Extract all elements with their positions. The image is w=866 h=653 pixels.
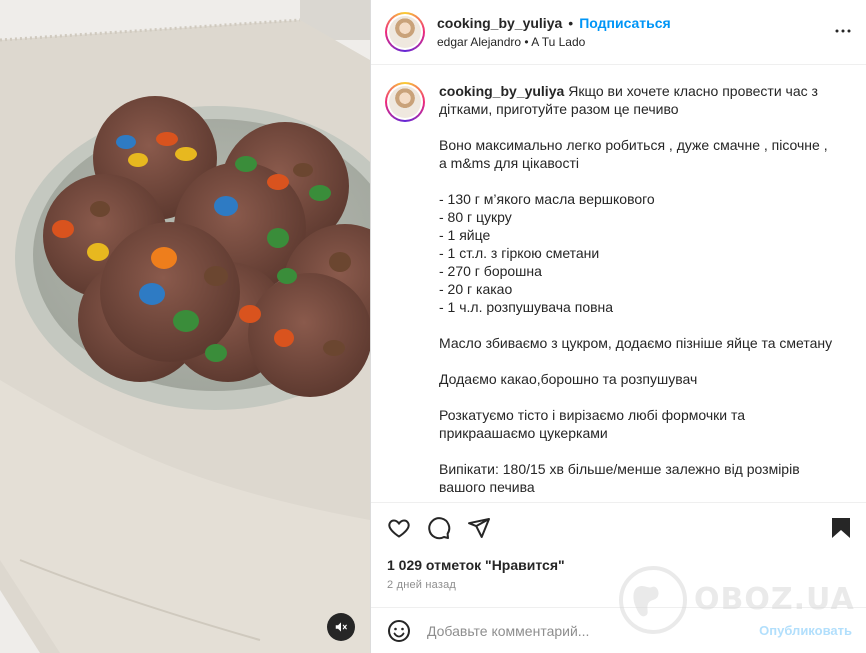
music-label[interactable]: edgar Alejandro • A Tu Lado — [437, 35, 671, 49]
post-media[interactable] — [0, 0, 370, 653]
caption-line: - 1 яйце — [439, 227, 491, 243]
heart-icon — [388, 519, 410, 538]
post-date[interactable]: 2 дней назад — [371, 579, 866, 591]
caption-line: - 270 г борошна — [439, 263, 542, 279]
caption-line: - 130 г м’якого масла вершкового — [439, 191, 655, 207]
comment-bar: Опубликовать — [371, 607, 866, 653]
post-comment-button[interactable]: Опубликовать — [759, 623, 852, 638]
separator-dot: • — [568, 15, 574, 31]
caption-line: Розкатуємо тісто і вирізаємо любі формоч… — [439, 407, 749, 441]
caption-avatar[interactable] — [385, 82, 425, 122]
save-button[interactable] — [830, 516, 852, 545]
post-header: cooking_by_yuliya • Подписаться edgar Al… — [371, 0, 866, 65]
follow-button[interactable]: Подписаться — [579, 15, 671, 31]
more-options-button[interactable] — [834, 22, 852, 45]
caption-line: Масло збиваємо з цукром, додаємо пізніше… — [439, 335, 833, 351]
cookies-photo — [0, 0, 370, 653]
actions-bar: 1 029 отметок "Нравится" 2 дней назад — [371, 502, 866, 607]
caption-line: - 1 ч.л. розпушувача повна — [439, 299, 614, 315]
caption-section: cooking_by_yuliya Якщо ви хочете класно п… — [371, 66, 866, 502]
likes-count[interactable]: 1 029 отметок "Нравится" — [371, 557, 866, 573]
comment-icon — [428, 517, 451, 540]
caption-line: - 80 г цукру — [439, 209, 512, 225]
caption-text: cooking_by_yuliya Якщо ви хочете класно п… — [439, 82, 839, 502]
username-link[interactable]: cooking_by_yuliya — [437, 15, 562, 31]
caption-username[interactable]: cooking_by_yuliya — [439, 83, 564, 99]
paper-plane-icon — [468, 518, 490, 538]
comment-input[interactable] — [427, 622, 747, 639]
emoji-icon[interactable] — [387, 619, 411, 643]
like-button[interactable] — [387, 516, 411, 540]
caption-body: Якщо ви хочете класно провести час з діт… — [439, 83, 832, 495]
caption-line: Випікати: 180/15 хв більше/менше залежно… — [439, 461, 804, 495]
avatar[interactable] — [385, 12, 425, 52]
caption-line: Додаємо какао,борошно та розпушувач — [439, 371, 698, 387]
share-button[interactable] — [467, 516, 491, 540]
caption-line: - 1 ст.л. з гіркою сметани — [439, 245, 600, 261]
caption-line: - 20 г какао — [439, 281, 513, 297]
mute-button[interactable] — [327, 613, 355, 641]
more-dots-icon — [835, 29, 851, 33]
speaker-muted-icon — [335, 622, 347, 632]
comment-button[interactable] — [427, 516, 451, 540]
post-panel: cooking_by_yuliya • Подписаться edgar Al… — [370, 0, 866, 653]
caption-line: Воно максимально легко робиться , дуже с… — [439, 137, 832, 171]
bookmark-icon — [832, 518, 850, 538]
